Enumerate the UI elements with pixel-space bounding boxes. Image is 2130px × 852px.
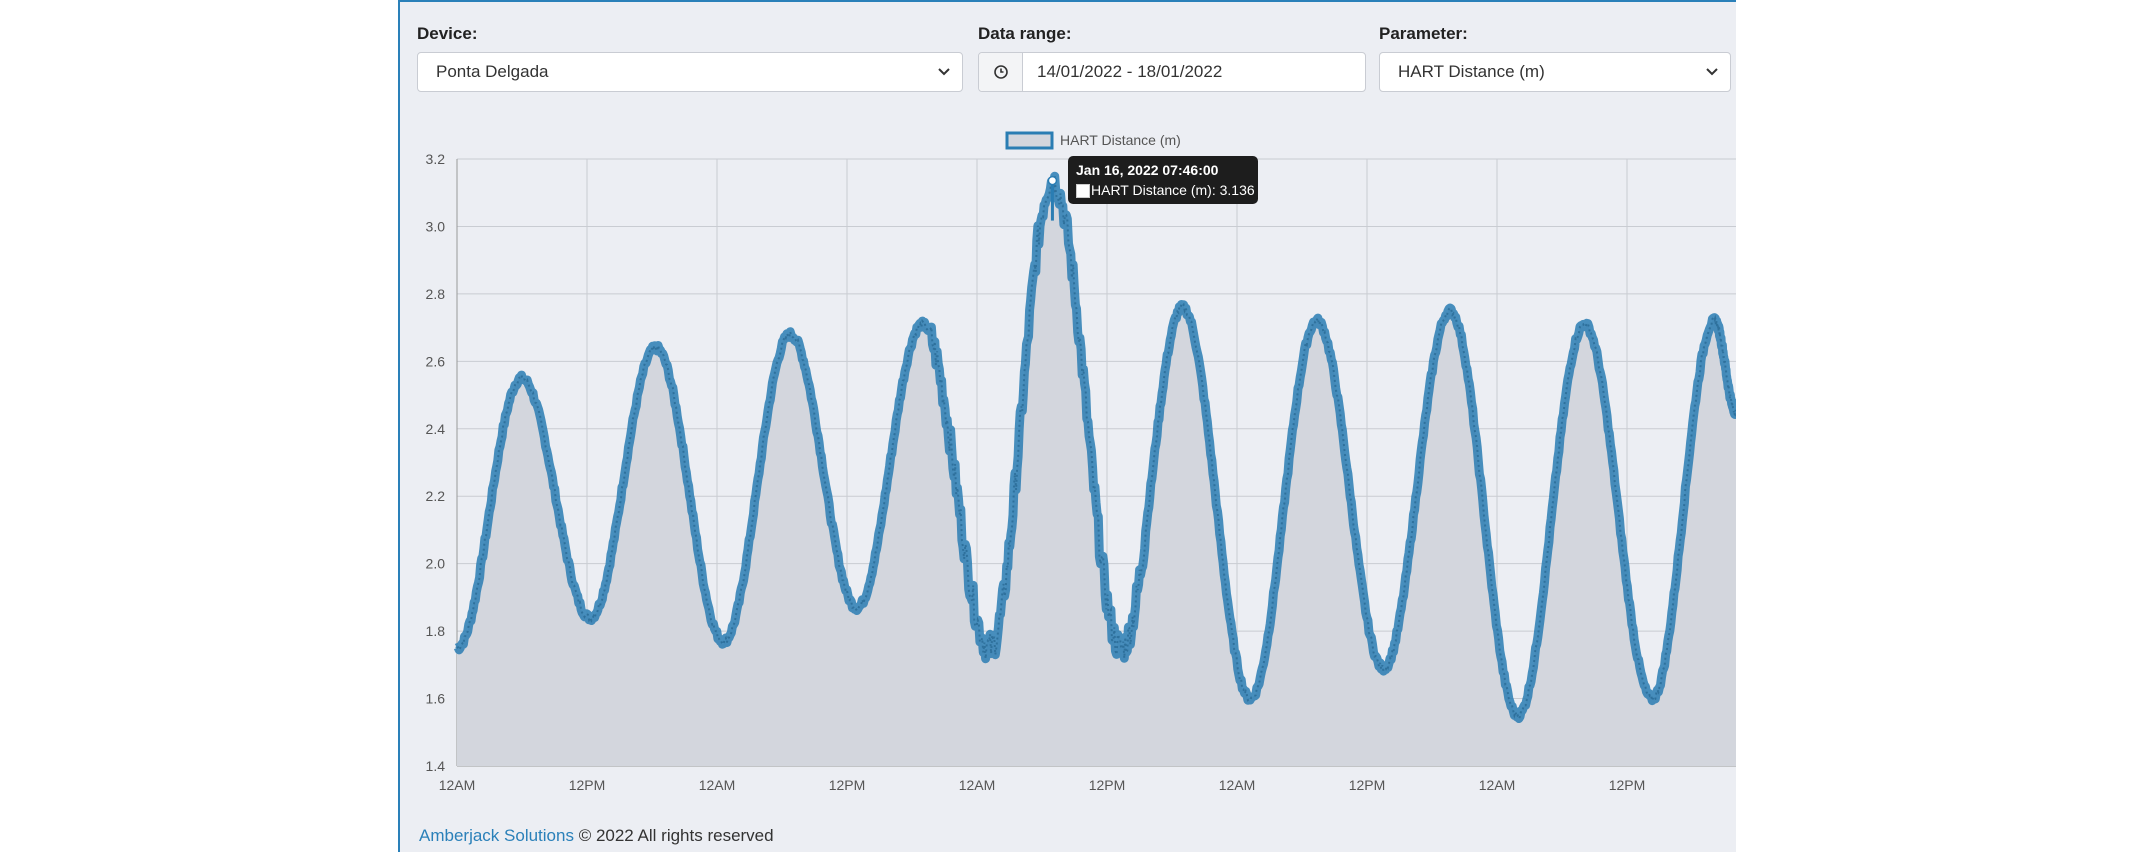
x-tick-label: 12PM — [569, 777, 606, 793]
y-tick-label: 2.8 — [426, 286, 446, 302]
x-tick-label: 12PM — [1609, 777, 1646, 793]
y-tick-label: 2.0 — [426, 556, 446, 572]
x-tick-label: 12AM — [699, 777, 736, 793]
chart-tooltip: Jan 16, 2022 07:46:00 HART Distance (m):… — [1068, 156, 1258, 204]
tooltip-title: Jan 16, 2022 07:46:00 — [1076, 162, 1219, 178]
legend-swatch — [1005, 131, 1054, 150]
x-tick-label: 12AM — [1479, 777, 1516, 793]
y-tick-label: 3.2 — [426, 151, 446, 167]
tooltip-swatch — [1076, 184, 1090, 198]
y-tick-label: 2.4 — [426, 421, 446, 437]
x-tick-label: 12PM — [829, 777, 866, 793]
y-tick-label: 1.8 — [426, 623, 446, 639]
legend-label: HART Distance (m) — [1060, 132, 1181, 148]
hart-distance-chart: 1.4 1.6 1.8 2.0 2.2 2.4 2.6 2.8 3.0 3.2 12AM 12PM 12… — [426, 131, 1736, 793]
x-tick-label: 12AM — [1219, 777, 1256, 793]
footer: Amberjack Solutions © 2022 All rights re… — [419, 826, 774, 846]
y-tick-label: 1.4 — [426, 758, 446, 774]
x-tick-label: 12AM — [439, 777, 476, 793]
tooltip-body: HART Distance (m): 3.136 — [1091, 182, 1255, 198]
dashboard-panel: Device: Ponta Delgada Data range: 14/01/… — [398, 0, 1736, 852]
highlight-point — [1047, 175, 1058, 186]
y-tick-label: 3.0 — [426, 218, 446, 234]
x-tick-label: 12PM — [1349, 777, 1386, 793]
x-tick-label: 12PM — [1089, 777, 1126, 793]
x-tick-label: 12AM — [959, 777, 996, 793]
footer-brand-link[interactable]: Amberjack Solutions — [419, 826, 574, 845]
y-tick-label: 2.2 — [426, 488, 446, 504]
footer-copyright: © 2022 All rights reserved — [573, 826, 774, 845]
y-tick-label: 2.6 — [426, 353, 446, 369]
y-tick-label: 1.6 — [426, 691, 446, 707]
